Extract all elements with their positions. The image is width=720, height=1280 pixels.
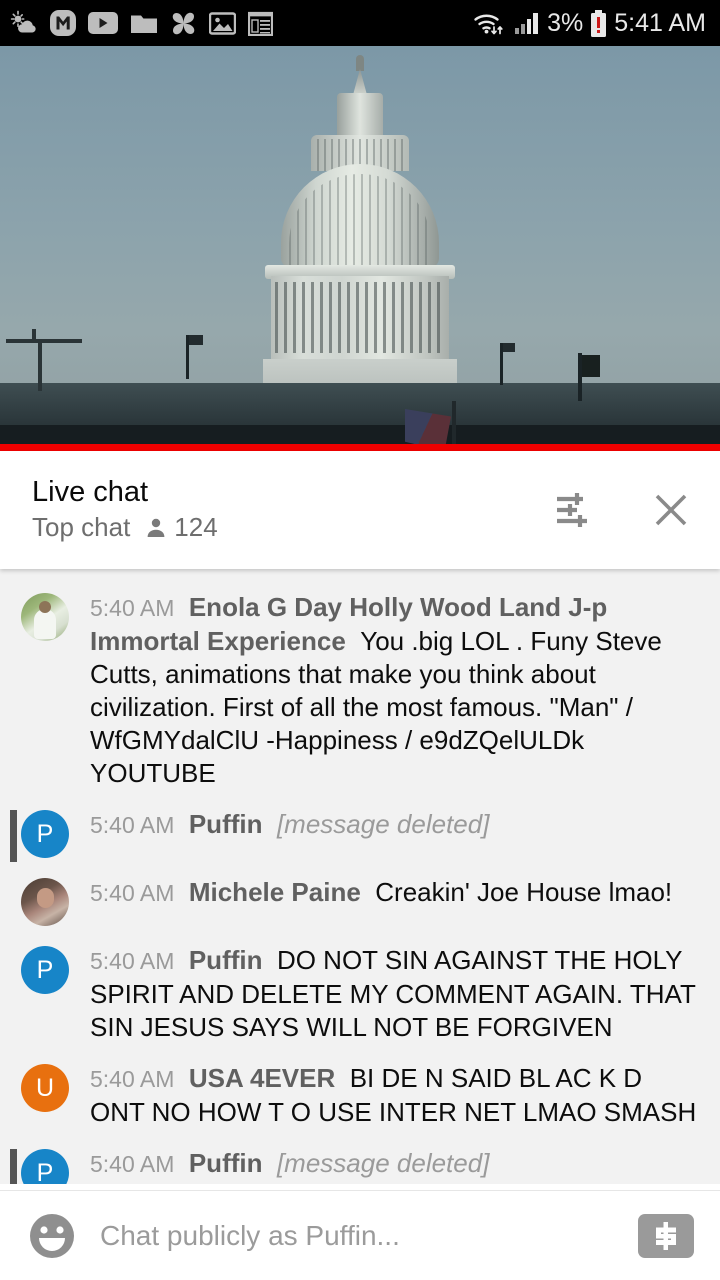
message-deleted-label: [message deleted]: [276, 809, 490, 839]
avatar-column: P: [0, 1145, 90, 1184]
chat-filter-button[interactable]: [552, 487, 598, 533]
phone-screen: 3% 5:41 AM Live chat Top chat 124 5:40 A…: [0, 0, 720, 1280]
construction-crane-graphic: [6, 329, 84, 391]
battery-low-icon: [591, 9, 607, 37]
avatar[interactable]: P: [21, 946, 69, 994]
video-progress-bar[interactable]: [0, 444, 720, 451]
chat-header-actions: [552, 487, 694, 533]
avatar-column: P: [0, 942, 90, 994]
wifi-icon: [474, 14, 503, 35]
avatar-column: [0, 874, 90, 926]
message-author[interactable]: Puffin: [189, 809, 263, 839]
dollar-sign-icon: [656, 1221, 676, 1250]
flagpole-graphic: [578, 353, 600, 401]
messaging-m-icon: [50, 10, 76, 36]
message-timestamp: 5:40 AM: [90, 880, 175, 906]
chat-message[interactable]: 5:40 AM Enola G Day Holly Wood Land J-p …: [0, 581, 720, 798]
message-timestamp: 5:40 AM: [90, 948, 175, 974]
message-body: 5:40 AM Puffin DO NOT SIN AGAINST THE HO…: [90, 942, 698, 1044]
avatar[interactable]: [21, 878, 69, 926]
chat-header-titles: Live chat Top chat 124: [32, 475, 218, 544]
avatar-column: U: [0, 1060, 90, 1112]
message-body: 5:40 AM Enola G Day Holly Wood Land J-p …: [90, 589, 698, 790]
close-chat-button[interactable]: [648, 487, 694, 533]
live-chat-header: Live chat Top chat 124: [0, 451, 720, 569]
message-body: 5:40 AM USA 4EVER BI DE N SAID BL AC K D…: [90, 1060, 698, 1129]
emoji-button[interactable]: [26, 1210, 78, 1262]
message-author[interactable]: USA 4EVER: [189, 1063, 335, 1093]
battery-percent-label: 3%: [547, 8, 584, 37]
clock-label: 5:41 AM: [614, 8, 706, 37]
photos-icon: [209, 11, 236, 35]
message-text: BI DE N SAID BL AC K D ONT NO HOW T O US…: [90, 1063, 697, 1127]
message-author[interactable]: Puffin: [189, 1148, 263, 1178]
status-bar: 3% 5:41 AM: [0, 0, 720, 46]
message-line: 5:40 AM Enola G Day Holly Wood Land J-p …: [90, 591, 698, 790]
message-line: 5:40 AM USA 4EVER BI DE N SAID BL AC K D…: [90, 1062, 698, 1129]
close-icon: [655, 494, 687, 526]
youtube-icon: [88, 12, 118, 34]
status-bar-system-icons: 3% 5:41 AM: [473, 9, 706, 38]
avatar-letter: P: [36, 819, 54, 848]
flagpole-graphic: [500, 343, 515, 385]
chat-mode-label[interactable]: Top chat: [32, 512, 130, 543]
message-timestamp: 5:40 AM: [90, 595, 175, 621]
chat-header-subtitle: Top chat 124: [32, 512, 218, 543]
tune-icon: [557, 493, 587, 527]
message-line: 5:40 AM Michele Paine Creakin' Joe House…: [90, 876, 698, 910]
avatar-letter: P: [36, 1158, 54, 1185]
message-line: 5:40 AM Puffin [message deleted]: [90, 808, 698, 842]
message-text: DO NOT SIN AGAINST THE HOLY SPIRIT AND D…: [90, 945, 696, 1042]
message-body: 5:40 AM Puffin [message deleted]: [90, 806, 698, 842]
folder-icon: [131, 15, 157, 33]
chat-message[interactable]: P 5:40 AM Puffin [message deleted]: [0, 1137, 720, 1184]
chat-message[interactable]: P 5:40 AM Puffin [message deleted]: [0, 798, 720, 866]
message-timestamp: 5:40 AM: [90, 1151, 175, 1177]
message-body: 5:40 AM Michele Paine Creakin' Joe House…: [90, 874, 698, 910]
avatar[interactable]: U: [21, 1064, 69, 1112]
message-deleted-label: [message deleted]: [276, 1148, 490, 1178]
message-body: 5:40 AM Puffin [message deleted]: [90, 1145, 698, 1181]
avatar-column: P: [0, 806, 90, 858]
message-line: 5:40 AM Puffin DO NOT SIN AGAINST THE HO…: [90, 944, 698, 1044]
avatar[interactable]: P: [21, 810, 69, 858]
chat-message[interactable]: 5:40 AM Michele Paine Creakin' Joe House…: [0, 866, 720, 934]
capitol-dome-graphic: [245, 55, 475, 411]
emoji-smiley-icon: [30, 1213, 74, 1258]
chat-message[interactable]: U 5:40 AM USA 4EVER BI DE N SAID BL AC K…: [0, 1052, 720, 1137]
avatar-letter: U: [35, 1073, 55, 1102]
person-icon: [147, 518, 165, 537]
message-timestamp: 5:40 AM: [90, 812, 175, 838]
avatar-column: [0, 589, 90, 641]
message-text: Creakin' Joe House lmao!: [375, 877, 673, 907]
notepad-icon: [248, 11, 273, 36]
chat-message[interactable]: P 5:40 AM Puffin DO NOT SIN AGAINST THE …: [0, 934, 720, 1052]
avatar[interactable]: [21, 593, 69, 641]
chat-message-list[interactable]: 5:40 AM Enola G Day Holly Wood Land J-p …: [0, 569, 720, 1184]
pinwheel-icon: [172, 12, 195, 34]
message-author[interactable]: Puffin: [189, 945, 263, 975]
message-timestamp: 5:40 AM: [90, 1066, 175, 1092]
avatar-letter: P: [36, 955, 54, 984]
viewer-count: 124: [144, 512, 218, 543]
chat-input-bar: Chat publicly as Puffin...: [0, 1190, 720, 1280]
message-line: 5:40 AM Puffin [message deleted]: [90, 1147, 698, 1181]
cellular-signal-icon: [515, 13, 539, 34]
status-bar-notification-icons: [10, 10, 273, 37]
weather-partly-cloudy-icon: [10, 10, 36, 33]
page-title: Live chat: [32, 475, 149, 508]
viewer-count-label: 124: [174, 512, 218, 543]
chat-input[interactable]: Chat publicly as Puffin...: [100, 1220, 616, 1252]
flagpole-graphic: [186, 335, 203, 379]
video-player[interactable]: [0, 46, 720, 451]
message-author[interactable]: Michele Paine: [189, 877, 361, 907]
avatar[interactable]: P: [21, 1149, 69, 1184]
super-chat-button[interactable]: [638, 1213, 694, 1258]
